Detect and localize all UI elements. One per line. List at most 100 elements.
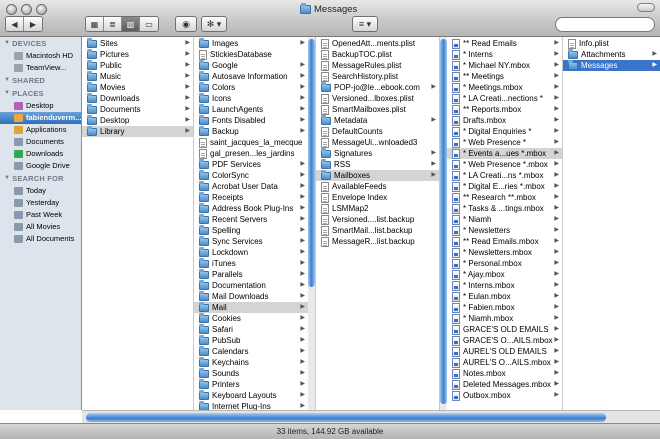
list-item[interactable]: Cookies ▶ — [194, 312, 308, 324]
list-item[interactable]: * Michael NY.mbox ▶ — [447, 60, 562, 71]
list-item[interactable]: Recent Servers ▶ — [194, 213, 308, 225]
list-item[interactable]: Library ▶ — [82, 125, 193, 137]
list-item[interactable]: POP-jo@le...ebook.com ▶ — [316, 81, 439, 93]
list-item[interactable]: * Newsletters ▶ — [447, 225, 562, 236]
list-item[interactable]: Movies ▶ — [82, 81, 193, 93]
list-item[interactable]: ** Research **.mbox ▶ — [447, 192, 562, 203]
disclosure-triangle-icon[interactable]: ▼ — [4, 172, 10, 185]
sidebar-item[interactable]: Past Week — [0, 209, 81, 221]
sidebar-item[interactable]: Downloads — [0, 148, 81, 160]
list-item[interactable]: GRACE'S OLD EMAILS ▶ — [447, 324, 562, 335]
list-item[interactable]: Parallels ▶ — [194, 268, 308, 280]
list-item[interactable]: ** Read Emails ▶ — [447, 38, 562, 49]
list-item[interactable]: Documentation ▶ — [194, 279, 308, 291]
list-item[interactable]: Music ▶ — [82, 70, 193, 82]
list-item[interactable]: Icons ▶ — [194, 92, 308, 104]
list-item[interactable]: Lockdown ▶ — [194, 246, 308, 258]
list-item[interactable]: Deleted Messages.mbox ▶ — [447, 379, 562, 390]
list-item[interactable]: gal_presen...les_jardins — [194, 148, 308, 159]
column-mail[interactable]: OpenedAtt...ments.plist BackupTOC.plist Me… — [316, 37, 440, 410]
list-item[interactable]: * Niamh ▶ — [447, 214, 562, 225]
list-item[interactable]: SmartMail...list.backup — [316, 225, 439, 236]
list-item[interactable]: AUREL'S O...AILS.mbox ▶ — [447, 357, 562, 368]
sidebar-item[interactable]: Desktop — [0, 100, 81, 112]
list-item[interactable]: RSS ▶ — [316, 158, 439, 170]
list-item[interactable]: Acrobat User Data ▶ — [194, 180, 308, 192]
sidebar-item[interactable]: All Documents — [0, 233, 81, 245]
sidebar-item[interactable]: Documents — [0, 136, 81, 148]
list-item[interactable]: Google ▶ — [194, 59, 308, 71]
list-item[interactable]: * LA Creati...nections * ▶ — [447, 93, 562, 104]
column-mailbox-contents[interactable]: Info.plist Attachments ▶ Messages ▶ — [563, 37, 660, 410]
sidebar-item[interactable]: All Movies — [0, 221, 81, 233]
column-library[interactable]: Images ▶ StickiesDatabase Google ▶ Autosave I… — [194, 37, 316, 410]
list-item[interactable]: OpenedAtt...ments.plist — [316, 38, 439, 49]
sidebar-item[interactable]: Today — [0, 185, 81, 197]
list-item[interactable]: Address Book Plug-Ins ▶ — [194, 202, 308, 214]
minimize-window-button[interactable] — [21, 4, 32, 15]
action-menu-button[interactable]: ✻ ▾ — [201, 16, 227, 32]
list-item[interactable]: Outbox.mbox ▶ — [447, 390, 562, 401]
quicklook-button[interactable]: ◉ — [175, 16, 197, 32]
disclosure-triangle-icon[interactable]: ▼ — [4, 74, 10, 87]
column-scrollbar[interactable] — [440, 37, 447, 410]
list-item[interactable]: Spelling ▶ — [194, 224, 308, 236]
list-item[interactable]: PubSub ▶ — [194, 334, 308, 346]
column-view-button[interactable]: ▥ — [122, 17, 140, 31]
list-item[interactable]: Images ▶ — [194, 37, 308, 49]
sidebar-item[interactable]: Applications — [0, 124, 81, 136]
zoom-window-button[interactable] — [36, 4, 47, 15]
list-item[interactable]: * Interns ▶ — [447, 49, 562, 60]
list-item[interactable]: * Digital Enquiries * ▶ — [447, 126, 562, 137]
list-item[interactable]: * Niamh.mbox ▶ — [447, 313, 562, 324]
list-item[interactable]: Public ▶ — [82, 59, 193, 71]
list-item[interactable]: saint_jacques_la_mecque — [194, 137, 308, 148]
list-item[interactable]: StickiesDatabase — [194, 49, 308, 60]
list-item[interactable]: Keyboard Layouts ▶ — [194, 389, 308, 401]
list-item[interactable]: Pictures ▶ — [82, 48, 193, 60]
list-item[interactable]: Colors ▶ — [194, 81, 308, 93]
arrange-menu-button[interactable]: ≡ ▾ — [352, 16, 378, 32]
list-item[interactable]: Mail ▶ — [194, 301, 308, 313]
list-item[interactable]: MessageUi...wnloaded3 — [316, 137, 439, 148]
list-item[interactable]: * Tasks & ...tings.mbox ▶ — [447, 203, 562, 214]
list-item[interactable]: * Personal.mbox ▶ — [447, 258, 562, 269]
column-scroll-thumb[interactable] — [308, 39, 315, 287]
list-item[interactable]: Signatures ▶ — [316, 147, 439, 159]
list-item[interactable]: Messages ▶ — [563, 59, 660, 71]
list-item[interactable]: Sites ▶ — [82, 37, 193, 49]
list-item[interactable]: AvailableFeeds — [316, 181, 439, 192]
column-home[interactable]: Sites ▶ Pictures ▶ Public ▶ Music ▶ Movies ▶ Downl… — [82, 37, 194, 410]
horizontal-scrollbar[interactable] — [82, 410, 660, 423]
list-item[interactable]: Metadata ▶ — [316, 114, 439, 126]
list-item[interactable]: Fonts Disabled ▶ — [194, 114, 308, 126]
horizontal-scroll-thumb[interactable] — [86, 413, 606, 422]
back-button[interactable]: ◀ — [6, 17, 24, 31]
list-item[interactable]: iTunes ▶ — [194, 257, 308, 269]
list-item[interactable]: Notes.mbox ▶ — [447, 368, 562, 379]
list-item[interactable]: Sync Services ▶ — [194, 235, 308, 247]
list-item[interactable]: * Eulan.mbox ▶ — [447, 291, 562, 302]
column-mailboxes[interactable]: ** Read Emails ▶ * Interns ▶ * Michael NY.mb… — [440, 37, 563, 410]
list-item[interactable]: PDF Services ▶ — [194, 158, 308, 170]
list-item[interactable]: BackupTOC.plist — [316, 49, 439, 60]
list-item[interactable]: * Fabien.mbox ▶ — [447, 302, 562, 313]
list-item[interactable]: SmartMailboxes.plist — [316, 104, 439, 115]
list-item[interactable]: Drafts.mbox ▶ — [447, 115, 562, 126]
sidebar-item[interactable]: Google Drive — [0, 160, 81, 172]
list-view-button[interactable]: ≣ — [104, 17, 122, 31]
list-item[interactable]: * Events a...ues *.mbox ▶ — [447, 148, 562, 159]
sidebar-item[interactable]: fabienduverm... — [0, 112, 81, 124]
list-item[interactable]: Printers ▶ — [194, 378, 308, 390]
list-item[interactable]: * Web Presence * ▶ — [447, 137, 562, 148]
list-item[interactable]: Sounds ▶ — [194, 367, 308, 379]
list-item[interactable]: DefaultCounts — [316, 126, 439, 137]
forward-button[interactable]: ▶ — [24, 17, 42, 31]
list-item[interactable]: MessageRules.plist — [316, 60, 439, 71]
list-item[interactable]: Mail Downloads ▶ — [194, 290, 308, 302]
list-item[interactable]: Versioned....list.backup — [316, 214, 439, 225]
list-item[interactable]: Calendars ▶ — [194, 345, 308, 357]
list-item[interactable]: Autosave Information ▶ — [194, 70, 308, 82]
list-item[interactable]: Internet Plug-Ins ▶ — [194, 400, 308, 410]
list-item[interactable]: Info.plist — [563, 38, 660, 49]
